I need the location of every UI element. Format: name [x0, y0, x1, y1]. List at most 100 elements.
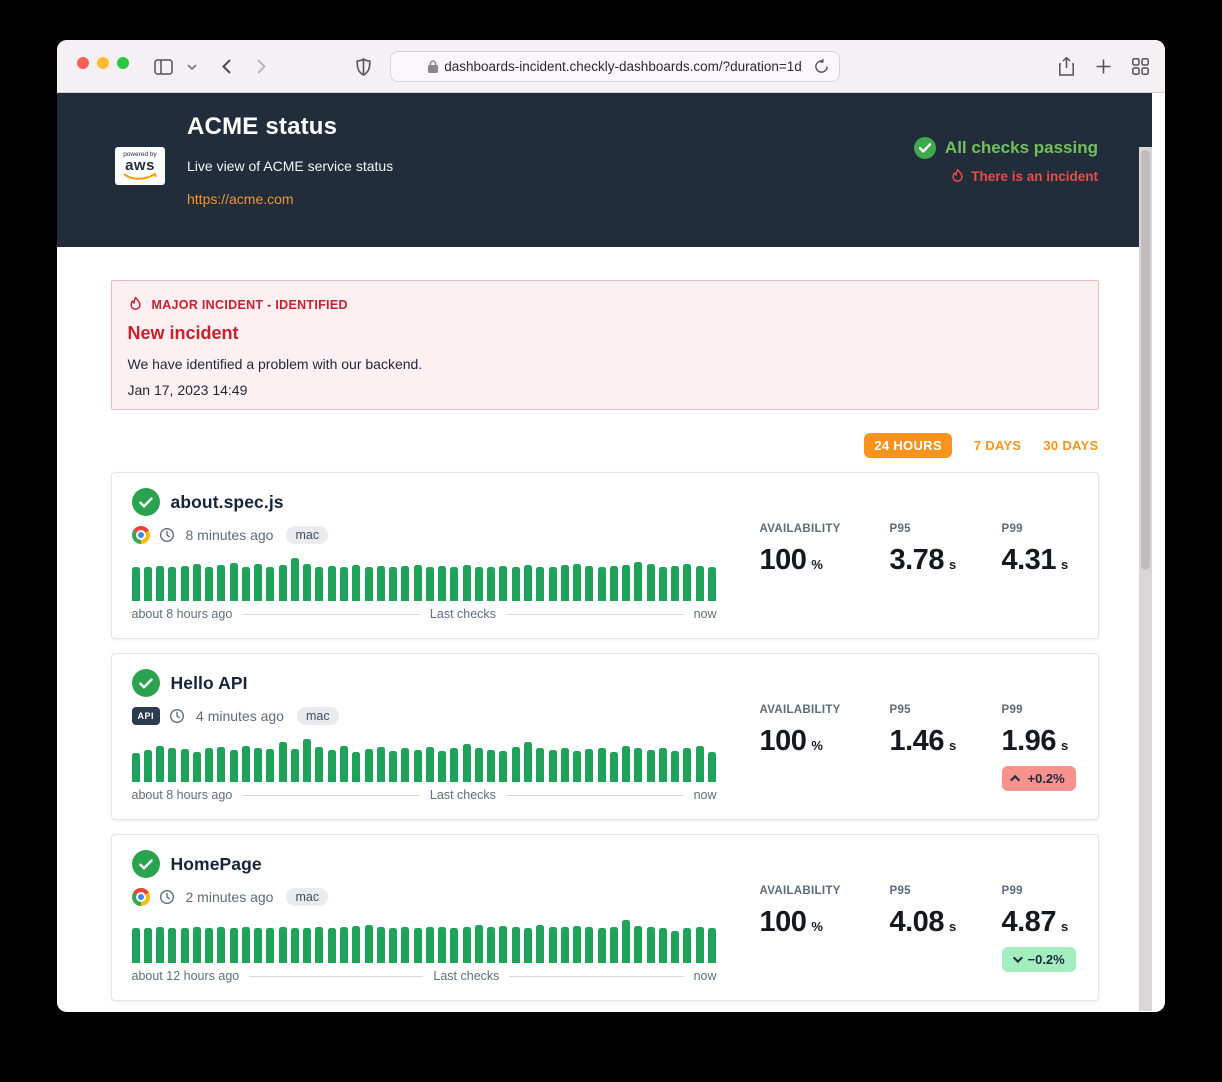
uptime-bar: [414, 565, 422, 601]
tab-overview-button[interactable]: [1126, 40, 1154, 93]
uptime-bar: [328, 750, 336, 782]
uptime-bar: [426, 747, 434, 782]
p95-unit: s: [949, 557, 956, 572]
tab-24-hours[interactable]: 24 HOURS: [864, 433, 951, 458]
uptime-bar: [401, 927, 409, 963]
uptime-bar: [524, 742, 532, 782]
uptime-bar: [426, 927, 434, 963]
chrome-browser-icon: [132, 526, 150, 544]
incident-level-row: MAJOR INCIDENT - IDENTIFIED: [128, 296, 1082, 313]
acme-link[interactable]: https://acme.com: [187, 191, 294, 207]
new-tab-button[interactable]: [1090, 40, 1116, 93]
uptime-bar: [193, 564, 201, 601]
clock-icon: [169, 708, 185, 724]
uptime-bar: [487, 750, 495, 782]
api-type-badge: API: [132, 707, 161, 725]
uptime-bar: [487, 567, 495, 601]
uptime-bar: [573, 751, 581, 782]
uptime-bar: [205, 748, 213, 782]
p95-value: 4.08: [890, 906, 944, 939]
uptime-bar: [450, 928, 458, 963]
time-range-tabs: 24 HOURS 7 DAYS 30 DAYS: [111, 433, 1099, 458]
uptime-bar: [598, 567, 606, 601]
clock-icon: [159, 889, 175, 905]
check-circle-icon: [914, 137, 936, 159]
uptime-bar: [585, 566, 593, 601]
uptime-bar: [266, 749, 274, 782]
availability-unit: %: [811, 738, 823, 753]
forward-button[interactable]: [250, 40, 272, 93]
last-run-time: 4 minutes ago: [196, 708, 284, 724]
uptime-bar: [561, 748, 569, 782]
uptime-bar: [524, 928, 532, 963]
chart-axis: about 8 hours ago Last checks now: [132, 788, 717, 802]
check-card-hello-api[interactable]: Hello API API 4 minutes ago mac about 8 …: [111, 653, 1099, 820]
check-title: Hello API: [171, 673, 248, 694]
uptime-bar: [487, 927, 495, 963]
page-scrollbar: [1139, 147, 1152, 1011]
check-card-homepage[interactable]: HomePage 2 minutes ago mac about 12 hour…: [111, 834, 1099, 1001]
uptime-bar: [242, 567, 250, 601]
uptime-bar: [181, 928, 189, 963]
tab-grid-icon: [1132, 58, 1149, 75]
tab-7-days[interactable]: 7 DAYS: [974, 433, 1022, 458]
uptime-bar: [696, 566, 704, 601]
uptime-bar: [585, 927, 593, 963]
uptime-bar: [266, 567, 274, 601]
scrollbar-thumb[interactable]: [1141, 150, 1150, 570]
uptime-bar: [279, 565, 287, 601]
uptime-bar: [683, 564, 691, 601]
uptime-bar: [193, 927, 201, 963]
uptime-bar: [156, 927, 164, 963]
uptime-bar: [365, 925, 373, 963]
back-button[interactable]: [215, 40, 237, 93]
p95-unit: s: [949, 919, 956, 934]
uptime-bar: [475, 567, 483, 601]
share-icon: [1058, 57, 1075, 76]
uptime-bar: [315, 747, 323, 782]
uptime-bar: [634, 562, 642, 601]
uptime-bar-chart: [132, 739, 717, 782]
url-text: dashboards-incident.checkly-dashboards.c…: [444, 59, 802, 74]
uptime-bar: [426, 567, 434, 601]
axis-divider: [509, 976, 683, 977]
close-window-button[interactable]: [77, 57, 89, 69]
check-card-about-spec-js[interactable]: about.spec.js 8 minutes ago mac about 8 …: [111, 472, 1099, 639]
uptime-bar: [254, 748, 262, 782]
uptime-bar: [401, 748, 409, 782]
p95-label: P95: [890, 523, 1002, 535]
uptime-bar: [352, 565, 360, 601]
address-bar[interactable]: dashboards-incident.checkly-dashboards.c…: [390, 51, 840, 82]
uptime-bar: [634, 748, 642, 782]
uptime-bar: [365, 567, 373, 601]
uptime-bar: [438, 751, 446, 782]
tab-30-days[interactable]: 30 DAYS: [1043, 433, 1098, 458]
axis-end-label: now: [694, 788, 717, 802]
check-passing-icon: [132, 488, 160, 516]
last-run-time: 8 minutes ago: [186, 527, 274, 543]
uptime-bar: [193, 752, 201, 782]
runtime-tag: mac: [286, 888, 328, 906]
axis-start-label: about 8 hours ago: [132, 607, 233, 621]
availability-value: 100: [760, 906, 807, 939]
zoom-window-button[interactable]: [117, 57, 129, 69]
uptime-bar: [132, 928, 140, 963]
sidebar-toggle-button[interactable]: [150, 40, 176, 93]
aws-logo-text: aws: [125, 158, 155, 173]
minimize-window-button[interactable]: [97, 57, 109, 69]
availability-label: AVAILABILITY: [760, 885, 890, 897]
uptime-bar: [132, 567, 140, 601]
uptime-bar: [610, 927, 618, 963]
page-content: powered by aws ACME status Live view of …: [57, 93, 1152, 1011]
uptime-bar: [401, 566, 409, 601]
reload-button[interactable]: [814, 58, 829, 80]
uptime-bar: [512, 747, 520, 782]
privacy-report-button[interactable]: [351, 40, 375, 93]
uptime-bar: [315, 927, 323, 963]
check-title: about.spec.js: [171, 492, 284, 513]
share-button[interactable]: [1053, 40, 1079, 93]
sidebar-menu-button[interactable]: [183, 40, 201, 93]
axis-end-label: now: [694, 969, 717, 983]
uptime-bar: [622, 920, 630, 963]
uptime-bar: [328, 928, 336, 963]
